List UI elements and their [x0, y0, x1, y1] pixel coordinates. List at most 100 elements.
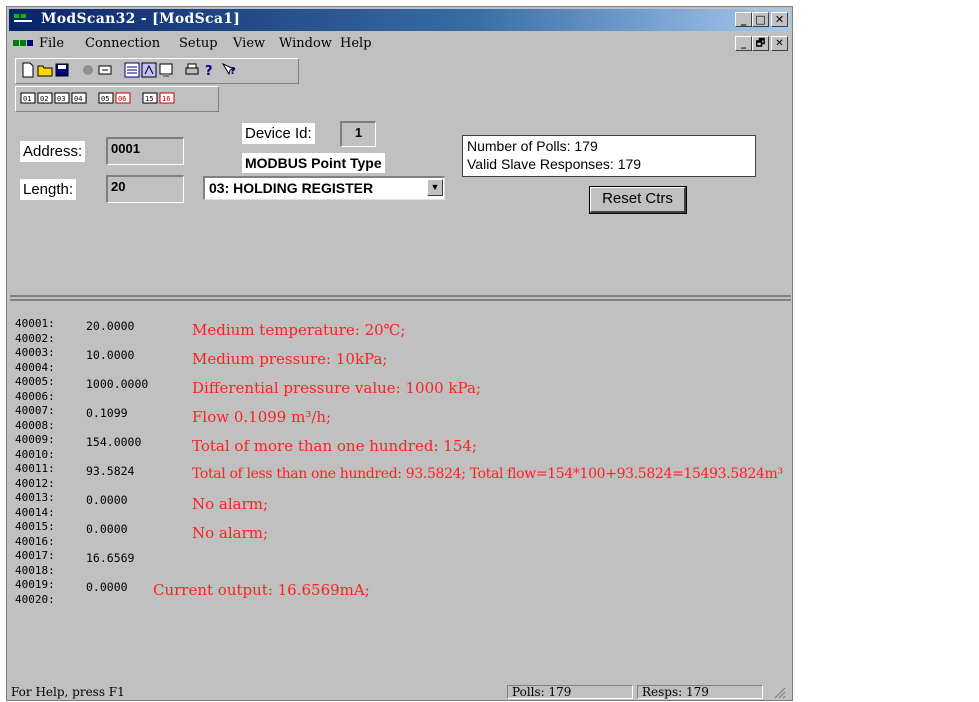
- register-address: 40015:: [15, 520, 55, 533]
- poll-stats-box: Number of Polls: 179 Valid Slave Respons…: [462, 135, 756, 177]
- reset-ctrs-button[interactable]: Reset Ctrs: [589, 186, 687, 214]
- status-polls: Polls: 179: [507, 685, 633, 699]
- f04-label: 04: [74, 95, 82, 103]
- dropdown-arrow-icon[interactable]: ▼: [427, 179, 443, 196]
- status-bar: For Help, press F1 Polls: 179 Resps: 179: [9, 685, 790, 700]
- f05-icon[interactable]: 05: [98, 90, 114, 106]
- register-value: 0.0000: [86, 522, 128, 536]
- f04-icon[interactable]: 04: [71, 90, 87, 106]
- f03-label: 03: [57, 95, 65, 103]
- f06-icon[interactable]: 06: [115, 90, 131, 106]
- register-address: 40019:: [15, 578, 55, 591]
- new-icon[interactable]: [20, 62, 36, 78]
- child-close-button[interactable]: ✕: [771, 36, 788, 51]
- annotation-total-low: Total of less than one hundred: 93.5824;…: [192, 466, 783, 482]
- responses-count: Valid Slave Responses: 179: [467, 156, 642, 172]
- restore-icon: 🗗: [755, 38, 766, 49]
- menu-file[interactable]: File: [39, 36, 64, 51]
- f02-label: 02: [40, 95, 48, 103]
- f15-icon[interactable]: 15: [142, 90, 158, 106]
- maximize-button[interactable]: □: [752, 12, 769, 27]
- register-value: 0.1099: [86, 406, 128, 420]
- menu-window[interactable]: Window: [279, 36, 332, 51]
- register-address: 40011:: [15, 462, 55, 475]
- register-value: 154.0000: [86, 435, 142, 449]
- minimize-icon: _: [740, 13, 747, 26]
- register-value: 93.5824: [86, 464, 135, 478]
- function-toolbar: 01 02 03 04 05 06 15 16: [15, 86, 219, 112]
- svg-text:?: ?: [205, 64, 213, 78]
- annotation-total-high: Total of more than one hundred: 154;: [192, 437, 477, 455]
- display-options-icon[interactable]: [141, 62, 157, 78]
- register-address: 40003:: [15, 346, 55, 359]
- close-button[interactable]: ✕: [771, 12, 788, 27]
- open-icon[interactable]: [37, 62, 53, 78]
- polls-count: Number of Polls: 179: [467, 138, 598, 154]
- help-icon[interactable]: ?: [201, 62, 217, 78]
- menu-view[interactable]: View: [233, 36, 265, 51]
- register-address: 40007:: [15, 404, 55, 417]
- f01-icon[interactable]: 01: [20, 90, 36, 106]
- title-bar[interactable]: ModScan32 - [ModSca1] _ □ ✕: [9, 9, 790, 31]
- f03-icon[interactable]: 03: [54, 90, 70, 106]
- register-address: 40006:: [15, 389, 55, 403]
- menu-connection[interactable]: Connection: [85, 36, 160, 51]
- menu-bar: File Connection Setup View Window Help _…: [9, 33, 790, 55]
- main-toolbar: ? ?: [15, 58, 299, 84]
- register-value: 0.0000: [86, 580, 128, 594]
- child-restore-button[interactable]: 🗗: [752, 36, 769, 51]
- register-address: 40018:: [15, 563, 55, 577]
- register-value: 10.0000: [86, 348, 135, 362]
- register-address: 40013:: [15, 491, 55, 504]
- print-icon[interactable]: [184, 62, 200, 78]
- maximize-icon: □: [755, 13, 766, 26]
- register-value: 16.6569: [86, 551, 135, 565]
- app-window: ModScan32 - [ModSca1] _ □ ✕ File Connect…: [6, 6, 793, 701]
- annotation-pressure: Medium pressure: 10kPa;: [192, 350, 388, 368]
- config-panel: Address: 0001 Length: 20 Device Id: 1 MO…: [10, 115, 791, 297]
- register-value: 1000.0000: [86, 377, 149, 391]
- child-minimize-button[interactable]: _: [735, 36, 752, 51]
- annotation-temperature: Medium temperature: 20℃;: [192, 321, 406, 339]
- register-value: 0.0000: [86, 493, 128, 507]
- device-id-field[interactable]: 1: [340, 121, 376, 147]
- menu-setup[interactable]: Setup: [179, 36, 218, 51]
- window-title: ModScan32 - [ModSca1]: [41, 11, 241, 27]
- status-resps: Resps: 179: [637, 685, 763, 699]
- register-address: 40017:: [15, 549, 55, 562]
- register-address: 40016:: [15, 534, 55, 548]
- f01-label: 01: [23, 95, 31, 103]
- annotation-flow: Flow 0.1099 m³/h;: [192, 408, 332, 426]
- length-label: Length:: [20, 179, 77, 200]
- save-icon[interactable]: [54, 62, 70, 78]
- close-icon: ✕: [774, 13, 785, 26]
- register-address: 40008:: [15, 418, 55, 432]
- f15-label: 15: [145, 95, 153, 103]
- resize-grip-icon[interactable]: [773, 686, 786, 699]
- display-hex-icon[interactable]: [158, 62, 174, 78]
- register-address: 40004:: [15, 360, 55, 374]
- register-address: 40002:: [15, 331, 55, 345]
- point-type-label: MODBUS Point Type: [242, 153, 385, 173]
- f16-icon[interactable]: 16: [159, 90, 175, 106]
- disconnect-icon[interactable]: [97, 62, 113, 78]
- register-address: 40001:: [15, 317, 55, 330]
- device-id-label: Device Id:: [242, 123, 315, 144]
- register-address: 40009:: [15, 433, 55, 446]
- length-field[interactable]: 20: [106, 175, 184, 203]
- menu-help[interactable]: Help: [340, 36, 372, 51]
- f16-label: 16: [162, 95, 170, 103]
- point-type-value: 03: HOLDING REGISTER: [209, 180, 374, 196]
- register-value: 20.0000: [86, 319, 135, 333]
- f02-icon[interactable]: 02: [37, 90, 53, 106]
- f06-label: 06: [118, 95, 126, 103]
- minimize-button[interactable]: _: [735, 12, 752, 27]
- address-field[interactable]: 0001: [106, 137, 184, 165]
- point-type-select[interactable]: 03: HOLDING REGISTER ▼: [203, 176, 445, 200]
- document-icon[interactable]: [13, 39, 33, 49]
- minimize-icon: _: [741, 38, 746, 49]
- display-config-icon[interactable]: [124, 62, 140, 78]
- context-help-icon[interactable]: ?: [221, 62, 237, 78]
- address-label: Address:: [20, 141, 86, 162]
- connect-icon[interactable]: [80, 62, 96, 78]
